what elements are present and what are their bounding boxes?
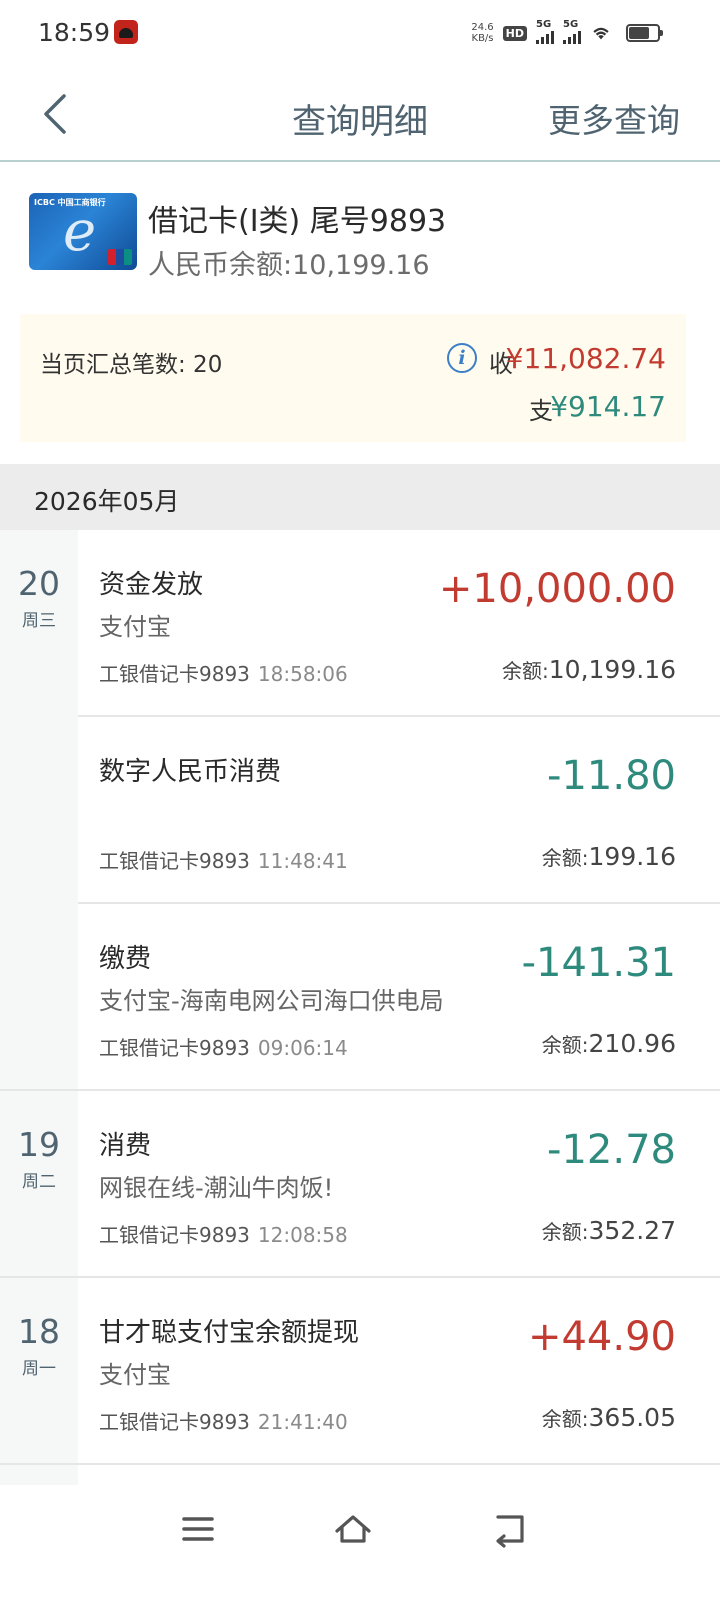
transaction-row[interactable]: 数字人民币消费 工银借记卡9893 11:48:41 -11.80 余额:199.…	[78, 717, 720, 904]
network-speed: 24.6 KB/s	[471, 22, 493, 44]
tx-card-info: 工银借记卡9893 11:48:41	[99, 845, 348, 874]
back-icon[interactable]	[488, 1509, 532, 1549]
tx-time: 11:48:41	[257, 849, 348, 873]
tx-balance-value: 10,199.16	[548, 655, 676, 684]
home-icon[interactable]	[331, 1509, 375, 1549]
status-icons: 24.6 KB/s HD 5G 5G	[471, 19, 612, 46]
tx-content: 消费 网银在线-潮汕牛肉饭! 工银借记卡9893 12:08:58 -12.78 …	[78, 1091, 720, 1278]
status-bar: 18:59 24.6 KB/s HD 5G 5G	[0, 0, 720, 66]
tx-balance-value: 365.05	[588, 1403, 676, 1432]
battery-icon	[626, 24, 663, 42]
income-total: ¥11,082.74	[505, 342, 666, 375]
speed-value: 24.6	[471, 22, 494, 33]
tx-content: 缴费 支付宝-海南电网公司海口供电局 工银借记卡9893 09:06:14 -14…	[78, 904, 720, 1091]
system-nav-bar	[0, 1485, 720, 1600]
tx-counterparty: 支付宝-海南电网公司海口供电局	[99, 987, 444, 1015]
nav-bar: 查询明细 更多查询	[0, 66, 720, 162]
month-label: 2026年05月	[34, 487, 180, 516]
tx-time: 09:06:14	[257, 1036, 348, 1060]
tx-card: 工银借记卡9893	[99, 1036, 250, 1060]
speed-unit: KB/s	[471, 33, 494, 44]
day-weekday: 周三	[22, 611, 56, 631]
tx-card-info: 工银借记卡9893 12:08:58	[99, 1219, 348, 1248]
expense-total: ¥914.17	[550, 390, 666, 423]
account-card[interactable]: ICBC 中国工商银行 e 借记卡(Ⅰ类) 尾号9893 人民币余额:10,19…	[0, 164, 720, 314]
tx-title: 资金发放	[99, 570, 204, 600]
notification-app-icon	[114, 20, 138, 44]
tx-counterparty: 支付宝	[99, 1361, 171, 1389]
unionpay-logo	[108, 249, 132, 265]
summary-count: 当页汇总笔数: 20	[40, 352, 223, 378]
tx-time: 12:08:58	[257, 1223, 348, 1247]
tx-balance-label: 余额:	[541, 1220, 589, 1244]
tx-balance-label: 余额:	[541, 1033, 589, 1057]
tx-balance: 余额:352.27	[542, 1216, 676, 1245]
tx-time: 18:58:06	[257, 662, 348, 686]
card-balance: 人民币余额:10,199.16	[148, 250, 430, 281]
tx-amount: -11.80	[547, 753, 676, 799]
status-time: 18:59	[38, 18, 111, 47]
tx-title: 消费	[99, 1131, 152, 1161]
page-summary: 当页汇总笔数: 20 i 收 ¥11,082.74 支 ¥914.17	[20, 314, 686, 442]
sim2-label: 5G	[563, 19, 579, 30]
tx-balance-value: 199.16	[588, 842, 676, 871]
tx-amount: +10,000.00	[438, 566, 676, 612]
tx-balance: 余额:10,199.16	[502, 655, 676, 684]
sim1-label: 5G	[536, 19, 552, 30]
tx-card-info: 工银借记卡9893 09:06:14	[99, 1032, 348, 1061]
tx-title: 缴费	[99, 944, 152, 974]
tx-time: 21:41:40	[257, 1410, 348, 1434]
tx-content: 甘才聪支付宝余额提现 支付宝 工银借记卡9893 21:41:40 +44.90 …	[78, 1278, 720, 1465]
card-e-logo: e	[63, 199, 97, 264]
tx-title: 甘才聪支付宝余额提现	[99, 1318, 360, 1348]
more-query-button[interactable]: 更多查询	[548, 94, 680, 142]
tx-balance: 余额:365.05	[542, 1403, 676, 1432]
tx-balance-label: 余额:	[541, 846, 589, 870]
hd-voice-icon: HD	[502, 25, 527, 41]
transaction-row[interactable]: 缴费 支付宝-海南电网公司海口供电局 工银借记卡9893 09:06:14 -14…	[0, 904, 720, 1091]
tx-balance: 余额:199.16	[542, 842, 676, 871]
tx-balance: 余额:210.96	[542, 1029, 676, 1058]
tx-counterparty: 网银在线-潮汕牛肉饭!	[99, 1174, 334, 1202]
tx-card: 工银借记卡9893	[99, 1410, 250, 1434]
tx-amount: +44.90	[527, 1314, 676, 1360]
transaction-list: 20 周三 19 周二 18 周一 资金发放 支付宝 工银借记卡9893 18:5…	[0, 530, 720, 1485]
tx-balance-label: 余额:	[502, 659, 549, 683]
transaction-row[interactable]: 消费 网银在线-潮汕牛肉饭! 工银借记卡9893 12:08:58 -12.78 …	[0, 1091, 720, 1278]
tx-card-info: 工银借记卡9893 21:41:40	[99, 1406, 348, 1435]
tx-balance-label: 余额:	[541, 1407, 589, 1431]
wifi-icon	[593, 27, 609, 40]
tx-amount: -12.78	[547, 1127, 676, 1173]
menu-icon[interactable]	[176, 1509, 220, 1549]
day-number: 20	[18, 564, 60, 603]
month-header: 2026年05月	[0, 464, 720, 530]
card-name: 借记卡(Ⅰ类) 尾号9893	[148, 204, 447, 239]
tx-card: 工银借记卡9893	[99, 1223, 250, 1247]
signal-icon: 5G	[563, 19, 581, 44]
tx-balance-value: 352.27	[588, 1216, 676, 1245]
tx-card-info: 工银借记卡9893 18:58:06	[99, 658, 348, 687]
signal-icon: 5G	[536, 19, 554, 44]
tx-card: 工银借记卡9893	[99, 849, 250, 873]
info-icon[interactable]: i	[447, 343, 477, 373]
tx-balance-value: 210.96	[588, 1029, 676, 1058]
tx-amount: -141.31	[521, 940, 676, 986]
tx-counterparty: 支付宝	[99, 613, 171, 641]
bank-card-image: ICBC 中国工商银行 e	[29, 193, 137, 270]
transaction-row[interactable]: 资金发放 支付宝 工银借记卡9893 18:58:06 +10,000.00 余额…	[78, 530, 720, 717]
tx-title: 数字人民币消费	[99, 757, 282, 787]
transaction-row[interactable]: 甘才聪支付宝余额提现 支付宝 工银借记卡9893 21:41:40 +44.90 …	[0, 1278, 720, 1465]
tx-card: 工银借记卡9893	[99, 662, 250, 686]
